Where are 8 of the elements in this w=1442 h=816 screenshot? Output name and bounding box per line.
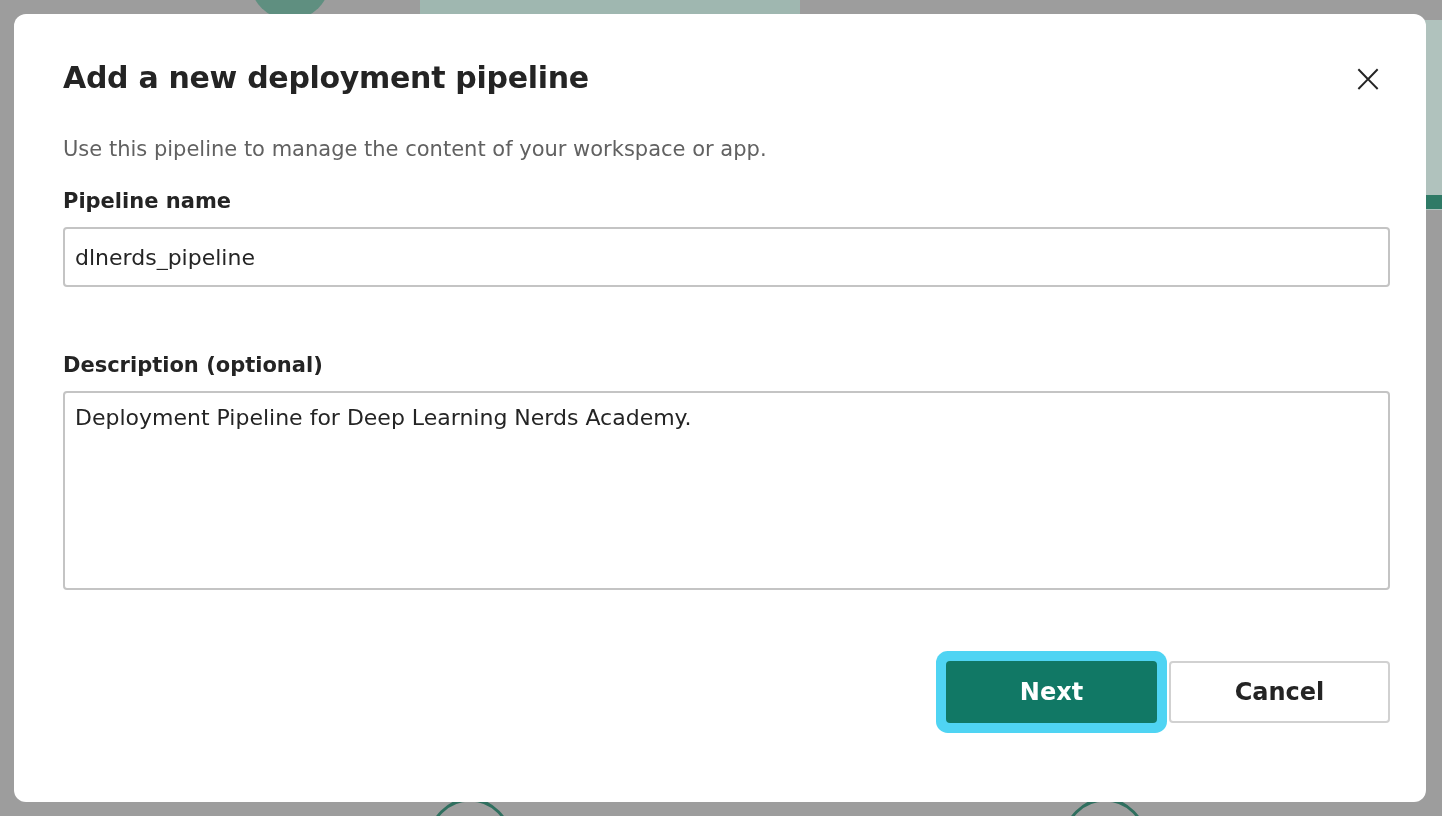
field-label: Pipeline name	[63, 189, 232, 213]
close-button[interactable]: ×	[1355, 64, 1381, 91]
dialog-subtitle: Use this pipeline to manage the content of your workspace or app.	[63, 137, 768, 161]
text-field[interactable]: dlnerds_pipeline	[63, 227, 1390, 287]
text-area[interactable]: Deployment Pipeline for Deep Learning Nerds Academy.	[63, 391, 1390, 590]
dialog-title: Add a new deployment pipeline	[63, 60, 589, 95]
field-label: Description (optional)	[63, 353, 324, 377]
cancel-button[interactable]: Cancel	[1169, 661, 1390, 723]
